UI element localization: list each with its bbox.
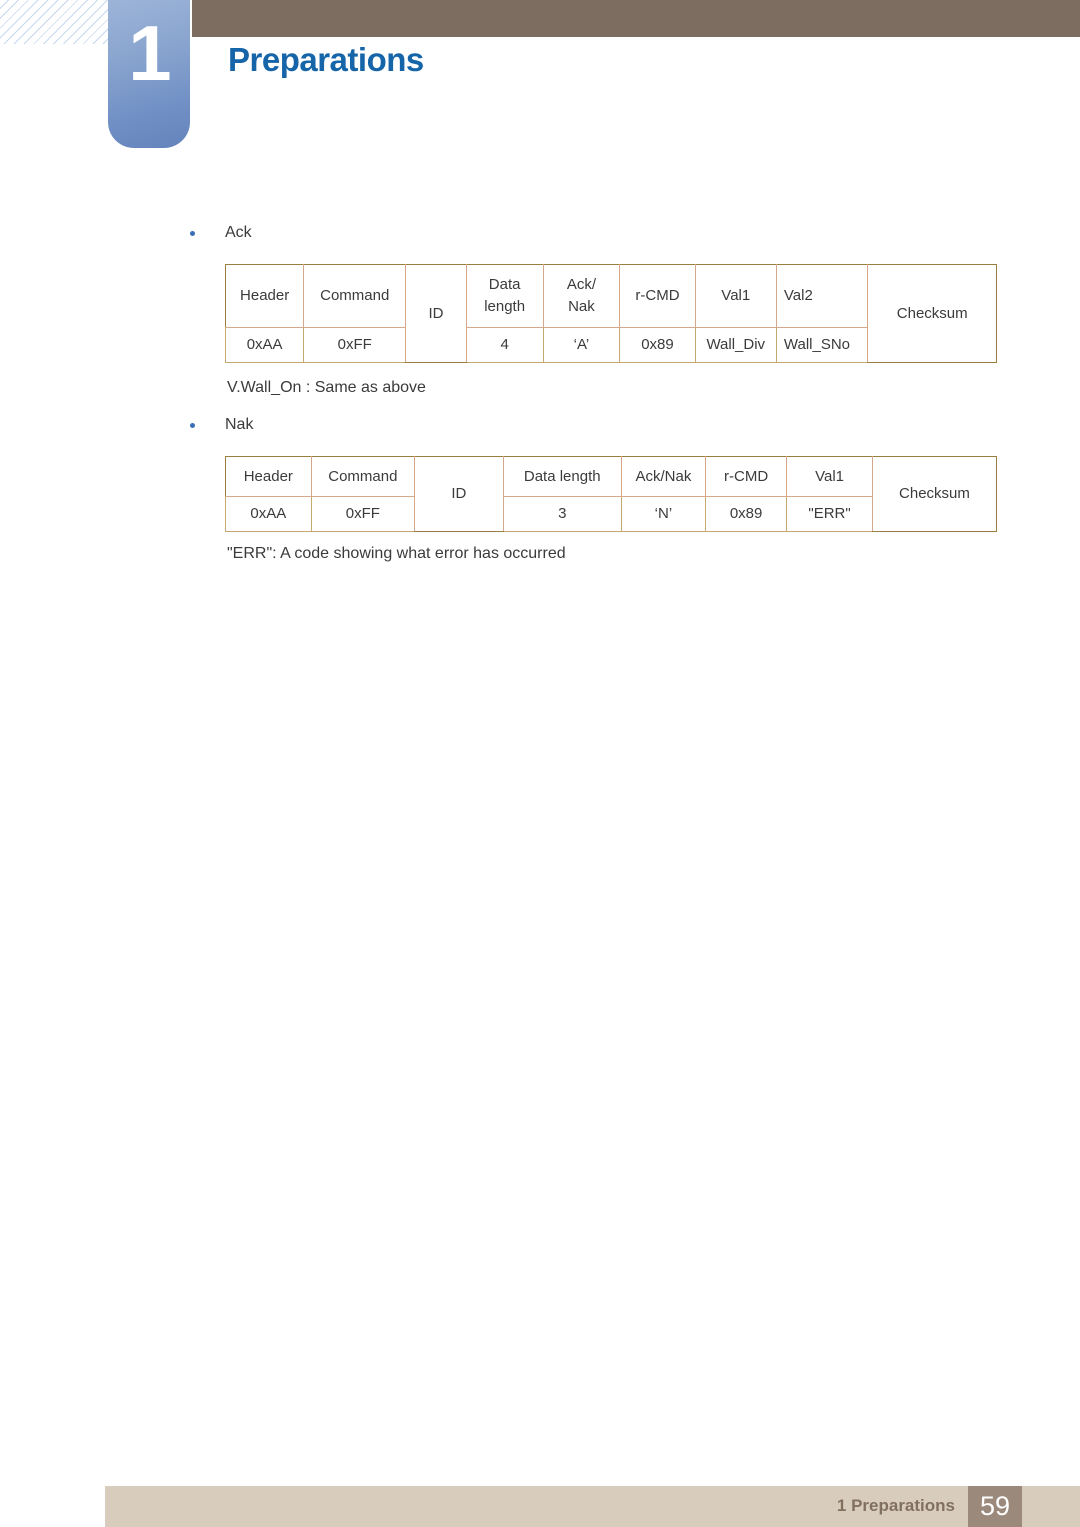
cell-header-value: 0xAA [224,327,305,363]
bullet-label-nak: Nak [225,416,254,433]
cell-ack-nak-label: Ack/Nak [620,456,707,497]
cell-header-label: Header [224,264,305,328]
cell-rcmd-label: r-CMD [619,264,696,328]
cell-val1-label: Val1 [694,264,777,328]
cell-data-length-label: Data length [502,456,622,497]
cell-command-value: 0xFF [303,327,407,363]
table-row: Header Command ID Data length Ack/ Nak r… [224,264,997,363]
cell-ack-nak-value: ‘A’ [542,327,621,363]
bullet-dot-icon [190,422,195,428]
bullet-item-ack: Ack [190,222,252,244]
ack-protocol-table: Header Command ID Data length Ack/ Nak r… [224,264,997,363]
cell-rcmd-value: 0x89 [704,496,788,532]
cell-command-value: 0xFF [310,496,416,532]
cell-data-length-value: 3 [502,496,622,532]
cell-ack-nak-line2: Nak [568,298,595,315]
cell-data-length-line1: Data [488,276,521,294]
cell-ack-nak-line1: Ack/ [566,276,597,294]
cell-header-label: Header [225,456,312,497]
cell-id-label: ID [405,264,467,363]
cell-ack-nak-label: Ack/ Nak [542,264,621,328]
cell-ack-nak-value: ‘N’ [620,496,707,532]
cell-val1-value: "ERR" [786,496,873,532]
bullet-label-ack: Ack [225,224,252,241]
table-row: Header Command ID Data length Ack/Nak r-… [225,456,998,532]
cell-data-length-line2: length [484,298,526,315]
cell-checksum-label: Checksum [871,456,998,532]
cell-val1-value: Wall_Div [694,327,777,363]
cell-rcmd-value: 0x89 [619,327,696,363]
bullet-item-nak: Nak [190,414,253,436]
note-vwall-on: V.Wall_On : Same as above [227,379,426,396]
note-err-description: "ERR": A code showing what error has occ… [227,545,566,562]
cell-data-length-label: Data length [465,264,544,328]
cell-checksum-label: Checksum [867,264,997,363]
footer-chapter-label: 1 Preparations [836,1496,955,1515]
cell-val2-value: Wall_SNo [775,327,869,363]
cell-header-value: 0xAA [225,496,312,532]
bullet-dot-icon [190,230,195,236]
cell-rcmd-label: r-CMD [704,456,788,497]
cell-id-label: ID [414,456,504,532]
cell-command-label: Command [310,456,416,497]
cell-val1-label: Val1 [786,456,873,497]
cell-command-label: Command [303,264,407,328]
cell-data-length-value: 4 [465,327,544,363]
cell-val2-label: Val2 [775,264,869,328]
page-content: Ack Header Command ID Data length Ack/ N… [0,0,1080,1527]
footer-page-number: 59 [979,1491,1011,1521]
nak-protocol-table: Header Command ID Data length Ack/Nak r-… [225,456,998,532]
